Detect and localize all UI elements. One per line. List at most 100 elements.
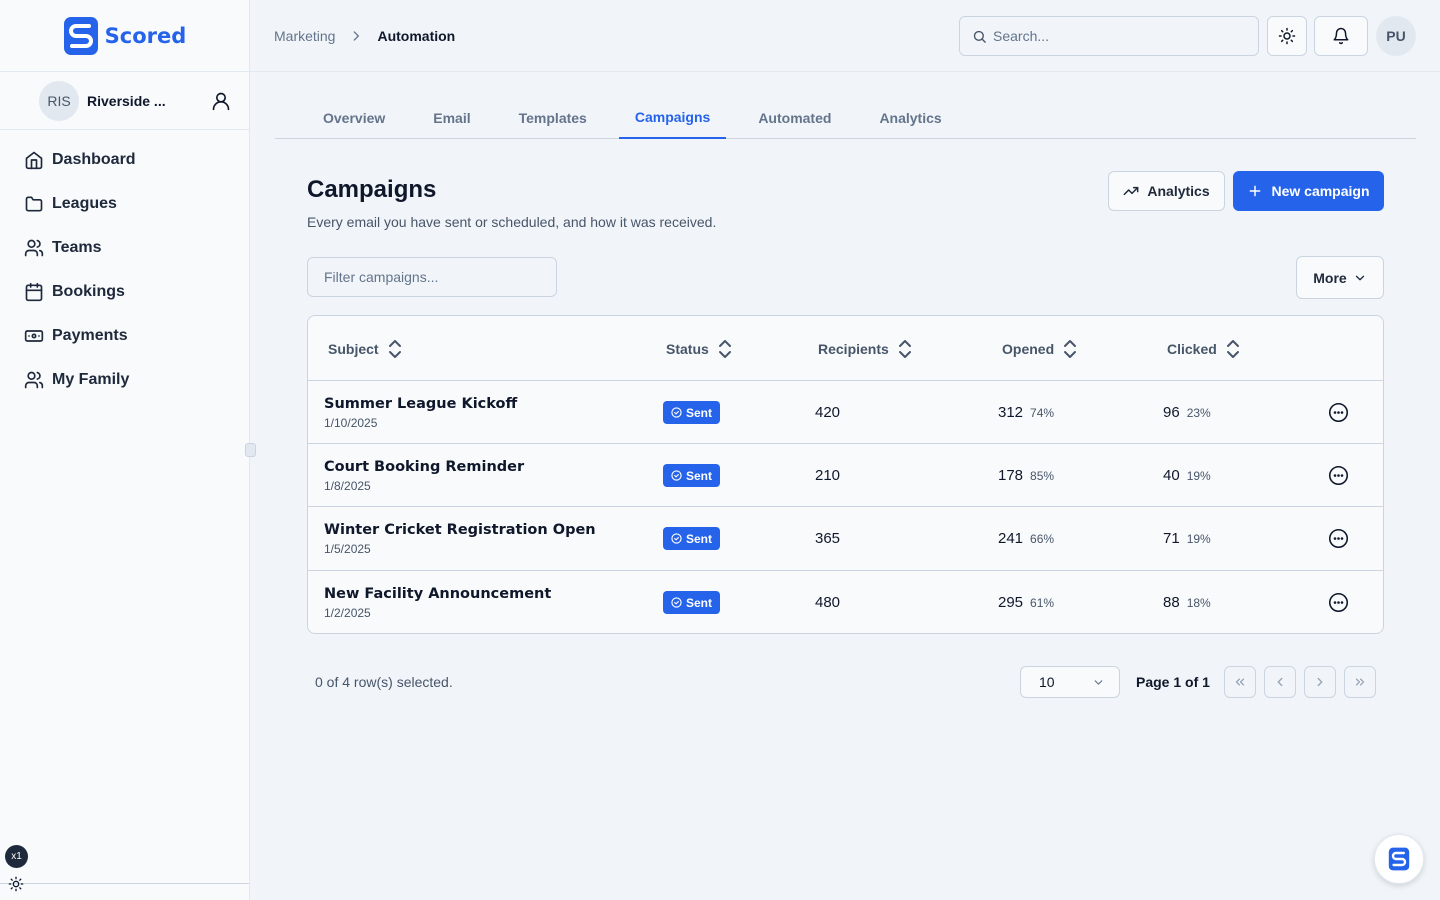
status-label: Sent <box>686 405 713 420</box>
sort-icon <box>1226 339 1239 358</box>
more-button-label: More <box>1313 269 1347 286</box>
check-circle-icon <box>671 407 682 418</box>
next-page-button[interactable] <box>1304 666 1336 698</box>
sidebar-item-dashboard[interactable]: Dashboard <box>0 138 249 182</box>
sidebar-resize-handle[interactable] <box>245 443 256 457</box>
column-header-recipients[interactable]: Recipients <box>818 316 913 381</box>
subject-cell: New Facility Announcement 1/2/2025 <box>324 571 551 633</box>
column-label: Clicked <box>1167 340 1217 357</box>
campaign-subject[interactable]: Court Booking Reminder <box>324 459 524 475</box>
tab-analytics[interactable]: Analytics <box>863 96 957 139</box>
campaign-subject[interactable]: Summer League Kickoff <box>324 396 517 412</box>
table-row[interactable]: Winter Cricket Registration Open 1/5/2025… <box>308 507 1383 571</box>
sidebar-item-label: Dashboard <box>52 151 136 168</box>
folder-icon <box>25 196 43 212</box>
status-badge: Sent <box>663 591 721 614</box>
chevron-down-icon <box>1355 275 1364 280</box>
recipients-value: 480 <box>815 594 841 611</box>
chevron-left-icon <box>1277 677 1283 687</box>
tab-overview[interactable]: Overview <box>307 96 401 139</box>
breadcrumb-current: Automation <box>377 27 456 44</box>
theme-toggle-icon[interactable] <box>8 876 24 892</box>
page-size-value: 10 <box>1039 674 1055 690</box>
user-avatar[interactable]: PU <box>1376 16 1416 56</box>
row-actions-button[interactable] <box>1328 444 1349 507</box>
table-row[interactable]: Summer League Kickoff 1/10/2025 Sent 420 … <box>308 381 1383 444</box>
scored-logo-icon <box>1388 847 1410 871</box>
clicked-cell: 71 19% <box>1163 507 1211 570</box>
table-row[interactable]: New Facility Announcement 1/2/2025 Sent 4… <box>308 571 1383 633</box>
sort-icon <box>388 339 401 358</box>
campaign-date: 1/10/2025 <box>324 415 378 430</box>
clicked-percent: 23% <box>1186 405 1211 420</box>
page-size-select[interactable]: 10 <box>1020 666 1120 698</box>
clicked-cell: 88 18% <box>1163 571 1211 633</box>
table-row[interactable]: Court Booking Reminder 1/8/2025 Sent 210 … <box>308 444 1383 507</box>
row-actions-button[interactable] <box>1328 571 1349 633</box>
app-logo[interactable]: Scored <box>0 0 249 72</box>
new-campaign-button-label: New campaign <box>1271 183 1370 199</box>
subject-cell: Winter Cricket Registration Open 1/5/2025 <box>324 507 596 570</box>
calendar-icon <box>25 282 43 302</box>
clicked-percent: 18% <box>1186 595 1211 610</box>
tab-campaigns[interactable]: Campaigns <box>618 96 727 139</box>
search-input[interactable] <box>993 28 1233 44</box>
analytics-button[interactable]: Analytics <box>1108 171 1225 211</box>
column-header-subject[interactable]: Subject <box>328 316 403 381</box>
breadcrumb-marketing[interactable]: Marketing <box>274 28 335 44</box>
column-header-status[interactable]: Status <box>666 316 733 381</box>
status-label: Sent <box>686 531 713 546</box>
chevron-right-icon <box>1317 677 1323 687</box>
org-switcher[interactable]: RIS Riverside ... <box>0 72 249 130</box>
zoom-badge[interactable]: x1 <box>5 845 28 868</box>
org-name: Riverside ... <box>87 92 166 109</box>
scored-logo-icon <box>63 16 98 55</box>
marketing-tabs: Overview Email Templates Campaigns Autom… <box>275 96 1416 139</box>
tab-automated[interactable]: Automated <box>742 96 847 139</box>
more-button[interactable]: More <box>1296 256 1384 299</box>
filter-campaigns-input[interactable] <box>307 257 557 297</box>
page-info: Page 1 of 1 <box>1136 674 1210 690</box>
user-icon[interactable] <box>211 90 231 112</box>
previous-page-button[interactable] <box>1264 666 1296 698</box>
theme-toggle-button[interactable] <box>1267 16 1307 56</box>
sidebar-item-bookings[interactable]: Bookings <box>0 270 249 314</box>
campaign-subject[interactable]: New Facility Announcement <box>324 586 551 602</box>
opened-percent: 85% <box>1030 468 1055 483</box>
sidebar-item-label: Bookings <box>52 283 125 300</box>
row-selection-status: 0 of 4 row(s) selected. <box>315 674 453 690</box>
users-icon <box>24 371 44 389</box>
clicked-value: 71 <box>1163 530 1180 547</box>
sidebar-item-leagues[interactable]: Leagues <box>0 182 249 226</box>
tab-email[interactable]: Email <box>417 96 486 139</box>
sidebar-item-label: Leagues <box>52 195 117 212</box>
sidebar-item-teams[interactable]: Teams <box>0 226 249 270</box>
opened-cell: 312 74% <box>998 381 1054 444</box>
chevron-down-icon <box>1094 679 1103 685</box>
page-title: Campaigns <box>307 176 437 203</box>
recipients-value: 210 <box>815 467 841 484</box>
last-page-button[interactable] <box>1344 666 1376 698</box>
sidebar: Scored RIS Riverside ... Dashboard Leagu… <box>0 0 250 900</box>
users-icon <box>24 239 44 257</box>
campaign-subject[interactable]: Winter Cricket Registration Open <box>324 522 596 538</box>
tab-templates[interactable]: Templates <box>503 96 603 139</box>
clicked-cell: 40 19% <box>1163 444 1211 507</box>
sort-icon <box>718 339 731 358</box>
column-header-clicked[interactable]: Clicked <box>1167 316 1241 381</box>
search-box[interactable] <box>959 16 1259 56</box>
sidebar-item-payments[interactable]: Payments <box>0 314 249 358</box>
opened-cell: 241 66% <box>998 507 1054 570</box>
new-campaign-button[interactable]: New campaign <box>1233 171 1384 211</box>
notifications-button[interactable] <box>1314 16 1368 56</box>
row-actions-button[interactable] <box>1328 507 1349 570</box>
home-icon <box>25 151 43 170</box>
app-name: Scored <box>104 23 187 48</box>
table-header: Subject Status Recipients Opened Clicked <box>308 316 1383 381</box>
sidebar-item-my-family[interactable]: My Family <box>0 358 249 402</box>
first-page-button[interactable] <box>1224 666 1256 698</box>
column-header-opened[interactable]: Opened <box>1002 316 1078 381</box>
row-actions-button[interactable] <box>1328 381 1349 444</box>
sidebar-item-label: Teams <box>52 239 102 256</box>
assistant-launcher-button[interactable] <box>1374 834 1424 884</box>
